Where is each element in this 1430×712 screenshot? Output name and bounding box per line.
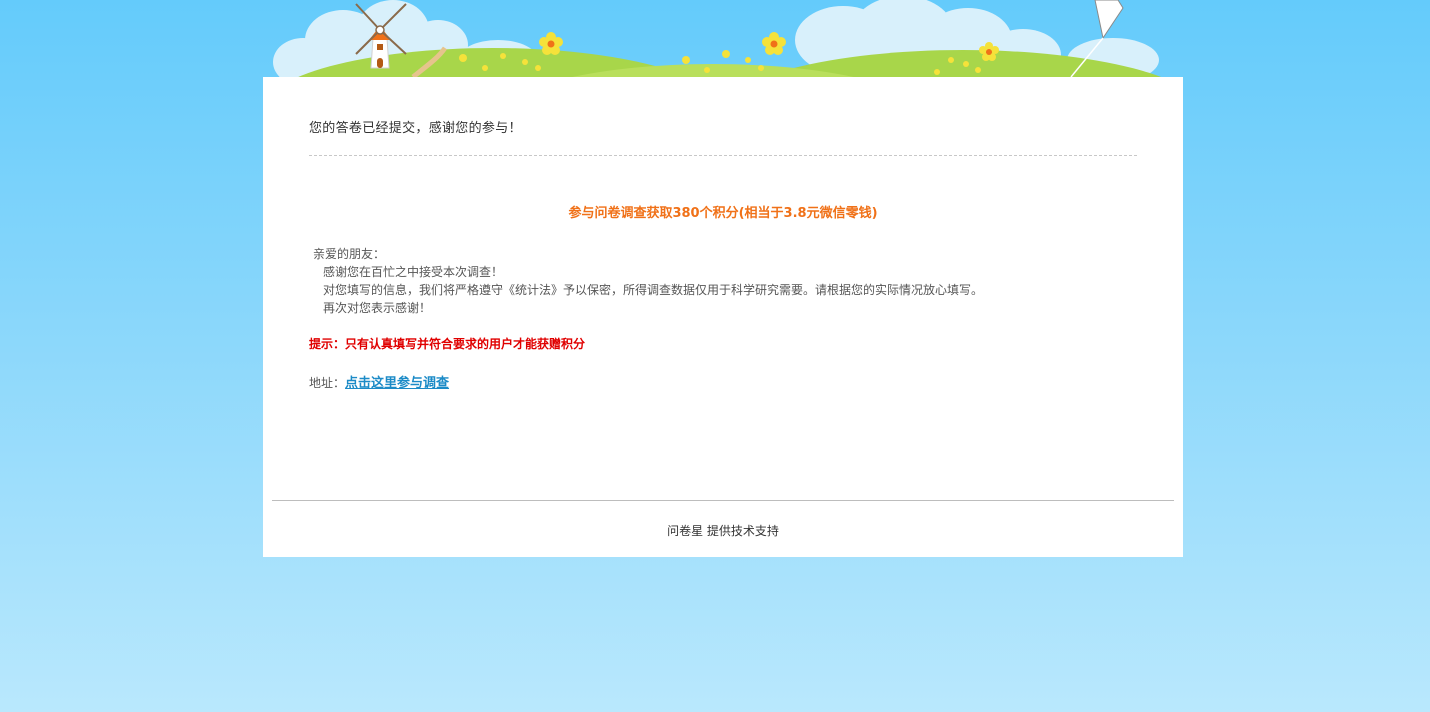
footer-support-text: 提供技术支持 [703, 524, 779, 538]
letter-line: 感谢您在百忙之中接受本次调查！ [323, 265, 504, 279]
result-card: 您的答卷已经提交，感谢您的参与！ 参与问卷调查获取380个积分(相当于3.8元微… [263, 77, 1183, 557]
footer-divider [272, 500, 1174, 501]
letter-greeting: 亲爱的朋友： [313, 247, 386, 261]
footer: 问卷星 提供技术支持 [263, 522, 1183, 539]
letter-line: 再次对您表示感谢！ [323, 301, 432, 315]
submit-message: 您的答卷已经提交，感谢您的参与！ [309, 121, 522, 136]
address-row: 地址：点击这里参与调查 [309, 372, 449, 391]
header-banner [263, 0, 1183, 77]
survey-link[interactable]: 点击这里参与调查 [345, 376, 449, 391]
divider [309, 155, 1137, 156]
landscape-illustration [273, 0, 1162, 77]
reward-title: 参与问卷调查获取380个积分(相当于3.8元微信零钱) [568, 206, 878, 221]
letter-line: 对您填写的信息，我们将严格遵守《统计法》予以保密，所得调查数据仅用于科学研究需要… [323, 283, 984, 297]
hint-text: 提示：只有认真填写并符合要求的用户才能获赠积分 [309, 337, 586, 351]
footer-brand-link[interactable]: 问卷星 [667, 524, 703, 538]
letter-body: 亲爱的朋友： 感谢您在百忙之中接受本次调查！ 对您填写的信息，我们将严格遵守《统… [309, 245, 983, 317]
address-label: 地址： [309, 376, 346, 390]
